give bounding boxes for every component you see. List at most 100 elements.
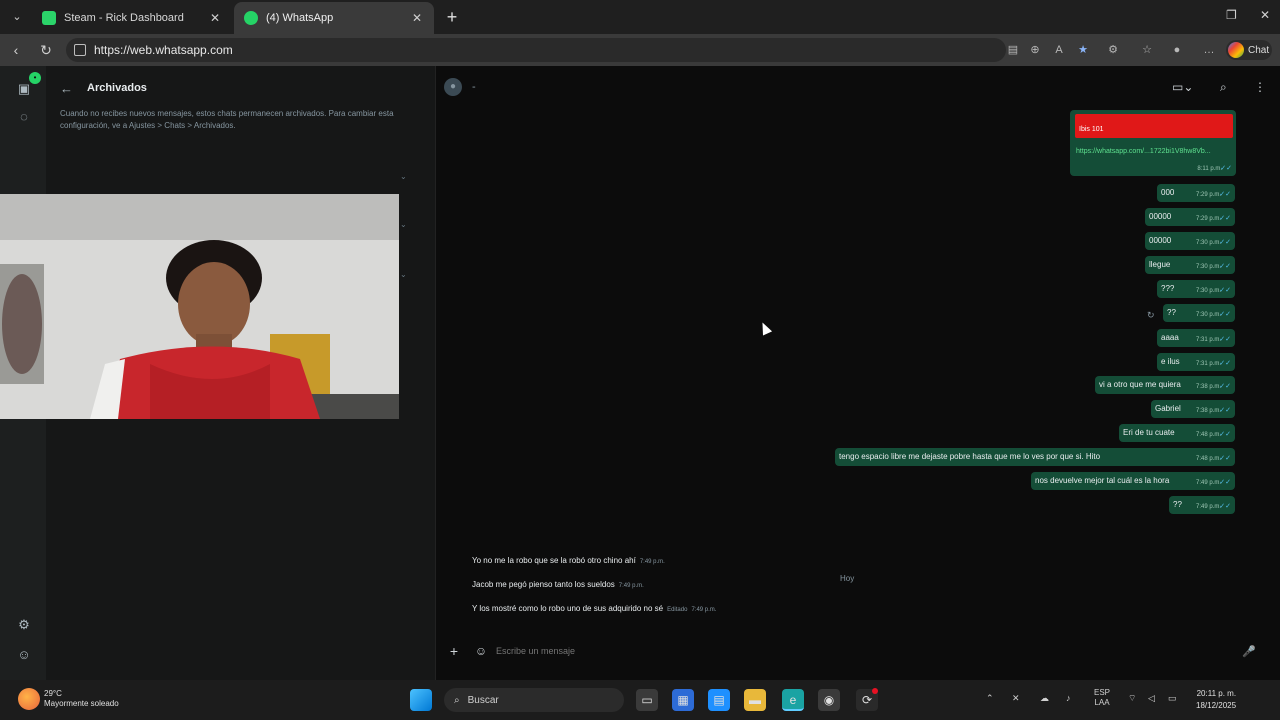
message-input[interactable] — [496, 640, 1236, 662]
outgoing-message[interactable]: nos devuelve mejor tal cuál es la hora 7:… — [1031, 472, 1235, 490]
obs-icon[interactable]: ◉ — [818, 689, 840, 711]
chat-item-menu-icon[interactable]: ⌄ — [400, 270, 408, 279]
more-options-icon[interactable]: ⋮ — [1254, 80, 1266, 94]
store-icon[interactable]: ▦ — [672, 689, 694, 711]
incoming-message[interactable]: Y los mostré como lo robo uno de sus adq… — [468, 600, 768, 618]
message-text: nos devuelve mejor tal cuál es la hora — [1035, 476, 1170, 485]
outgoing-message[interactable]: Eri de tu cuate 7:48 p.m. ✓✓ — [1119, 424, 1235, 442]
unread-badge: • — [29, 72, 41, 84]
restore-window-icon[interactable]: ❐ — [1226, 8, 1237, 22]
tab-title: Steam - Rick Dashboard — [64, 12, 184, 24]
favorite-star-icon[interactable]: ★ — [1076, 43, 1090, 57]
search-icon: ⌕ — [454, 694, 460, 706]
forward-icon[interactable]: ↻ — [1147, 310, 1155, 321]
reader-icon[interactable]: ▤ — [1006, 43, 1020, 57]
outgoing-message[interactable]: 000 7:29 p.m. ✓✓ — [1157, 184, 1235, 202]
attach-plus-icon[interactable]: + — [446, 643, 462, 659]
read-aloud-icon[interactable]: A — [1052, 43, 1066, 57]
outgoing-message[interactable]: 00000 7:30 p.m. ✓✓ — [1145, 232, 1235, 250]
back-button[interactable]: ‹ — [6, 40, 26, 60]
incoming-message[interactable]: Yo no me la robo que se la robó otro chi… — [468, 552, 748, 570]
message-list: Ibis 101 https://whatsapp.com/...1722bi1… — [436, 110, 1280, 630]
message-time: 7:30 p.m. — [1195, 288, 1221, 294]
mic-tray-icon[interactable]: ♪ — [1066, 693, 1071, 703]
outgoing-message[interactable]: tengo espacio libre me dejaste pobre has… — [835, 448, 1235, 466]
taskbar-search[interactable]: ⌕ Buscar — [444, 688, 624, 712]
address-bar[interactable]: https://web.whatsapp.com — [66, 38, 1006, 62]
message-time: 7:49 p.m. — [691, 607, 717, 613]
chat-item-menu-icon[interactable]: ⌄ — [400, 220, 408, 229]
clock-time: 20:11 p. m. — [1196, 689, 1237, 698]
task-view-icon[interactable]: ▭ — [636, 689, 658, 711]
incoming-message[interactable]: Jacob me pegó pienso tanto los sueldos 7:… — [468, 576, 748, 594]
outgoing-message[interactable]: llegue 7:30 p.m. ✓✓ — [1145, 256, 1235, 274]
tab-close-icon[interactable]: ✕ — [410, 11, 424, 25]
message-text: 00000 — [1149, 212, 1172, 221]
close-window-icon[interactable]: ✕ — [1260, 8, 1270, 22]
taskbar-search-label: Buscar — [467, 694, 499, 706]
status-icon[interactable]: ◌ — [15, 108, 33, 126]
outgoing-message[interactable]: aaaa 7:31 p.m. ✓✓ — [1157, 329, 1235, 347]
collections-icon[interactable]: ☆ — [1140, 43, 1154, 57]
outgoing-message[interactable]: vi a otro que me quiera 7:38 p.m. ✓✓ — [1095, 376, 1235, 394]
tab-whatsapp[interactable]: (4) WhatsApp ✕ — [234, 2, 434, 34]
message-text: 000 — [1161, 188, 1175, 197]
language-indicator[interactable]: ESP LAA — [1094, 688, 1110, 708]
message-text: ?? — [1167, 308, 1176, 317]
tab-steam[interactable]: Steam - Rick Dashboard ✕ — [32, 2, 232, 34]
search-icon[interactable]: ⌕ — [1220, 80, 1227, 95]
more-menu-icon[interactable]: … — [1202, 43, 1216, 57]
tray-app-icon[interactable]: ✕ — [1012, 693, 1020, 704]
contact-avatar-icon[interactable]: ● — [444, 78, 462, 96]
message-time: 7:49 p.m. — [639, 559, 665, 565]
outgoing-message[interactable]: 00000 7:29 p.m. ✓✓ — [1145, 208, 1235, 226]
contact-name[interactable]: - — [472, 81, 476, 93]
new-tab-button[interactable]: + — [442, 7, 462, 27]
browser-tabstrip: ⌄ Steam - Rick Dashboard ✕ (4) WhatsApp … — [0, 0, 1280, 34]
edge-browser-icon[interactable]: e — [782, 689, 804, 711]
outgoing-message[interactable]: Gabriel 7:38 p.m. ✓✓ — [1151, 400, 1235, 418]
back-arrow-icon[interactable]: ← — [60, 81, 73, 96]
file-explorer-icon[interactable]: ▬ — [744, 689, 766, 711]
video-call-icon[interactable]: ▭⌄ — [1172, 80, 1193, 94]
message-text: aaaa — [1161, 333, 1179, 342]
outgoing-message[interactable]: ?? 7:30 p.m. ✓✓ — [1163, 304, 1235, 322]
volume-icon[interactable]: ◁ — [1148, 693, 1155, 704]
copilot-button[interactable]: Chat — [1226, 40, 1272, 60]
chat-item-menu-icon[interactable]: ⌄ — [400, 172, 408, 181]
media-message[interactable]: Ibis 101 https://whatsapp.com/...1722bi1… — [1070, 110, 1236, 176]
compose-bar: + ☺ 🎤 — [436, 636, 1280, 666]
outgoing-message[interactable]: e ilus 7:31 p.m. ✓✓ — [1157, 353, 1235, 371]
tray-chevron-icon[interactable]: ⌃ — [986, 693, 994, 704]
read-check-icon: ✓✓ — [1219, 431, 1231, 438]
zoom-icon[interactable]: ⊕ — [1028, 43, 1042, 57]
message-text: 00000 — [1149, 236, 1172, 245]
microphone-icon[interactable]: 🎤 — [1242, 645, 1256, 658]
outgoing-message[interactable]: ?? 7:49 p.m. ✓✓ — [1169, 496, 1235, 514]
message-time: 7:30 p.m. — [1195, 312, 1221, 318]
weather-widget[interactable]: 29°C Mayormente soleado — [18, 688, 119, 710]
emoji-icon[interactable]: ☺ — [474, 644, 488, 658]
onedrive-icon[interactable]: ☁ — [1040, 693, 1049, 704]
whatsapp-app: ▣ • ◌ ⚙ ☺ ← Archivados Cuando no recibes… — [0, 66, 1280, 680]
steam-favicon-icon — [42, 11, 56, 25]
battery-icon[interactable]: ▭ — [1168, 693, 1177, 704]
profile-icon[interactable]: ☺ — [15, 646, 33, 664]
wifi-icon[interactable]: ⌔ — [1128, 693, 1136, 704]
media-preview[interactable]: Ibis 101 — [1075, 114, 1233, 138]
media-caption[interactable]: https://whatsapp.com/...1722bi1V8hw8Vb..… — [1076, 146, 1211, 158]
settings-icon[interactable]: ⚙ — [15, 616, 33, 634]
site-info-icon[interactable] — [74, 44, 86, 56]
extensions-icon[interactable]: ⚙ — [1106, 43, 1120, 57]
tab-search-menu-icon[interactable]: ⌄ — [8, 8, 26, 26]
browser-toolbar: ‹ ↻ https://web.whatsapp.com ▤ ⊕ A ★ ⚙ ☆… — [0, 34, 1280, 66]
outgoing-message[interactable]: ??? 7:30 p.m. ✓✓ — [1157, 280, 1235, 298]
message-text: ??? — [1161, 284, 1175, 293]
reload-button[interactable]: ↻ — [36, 40, 56, 60]
system-clock[interactable]: 20:11 p. m. 18/12/2025 — [1196, 688, 1236, 712]
windows-app-icon[interactable]: ▤ — [708, 689, 730, 711]
message-time: 7:29 p.m. — [1195, 216, 1221, 222]
profile-avatar-icon[interactable]: ● — [1170, 43, 1184, 57]
start-button[interactable] — [410, 689, 432, 711]
tab-close-icon[interactable]: ✕ — [208, 11, 222, 25]
